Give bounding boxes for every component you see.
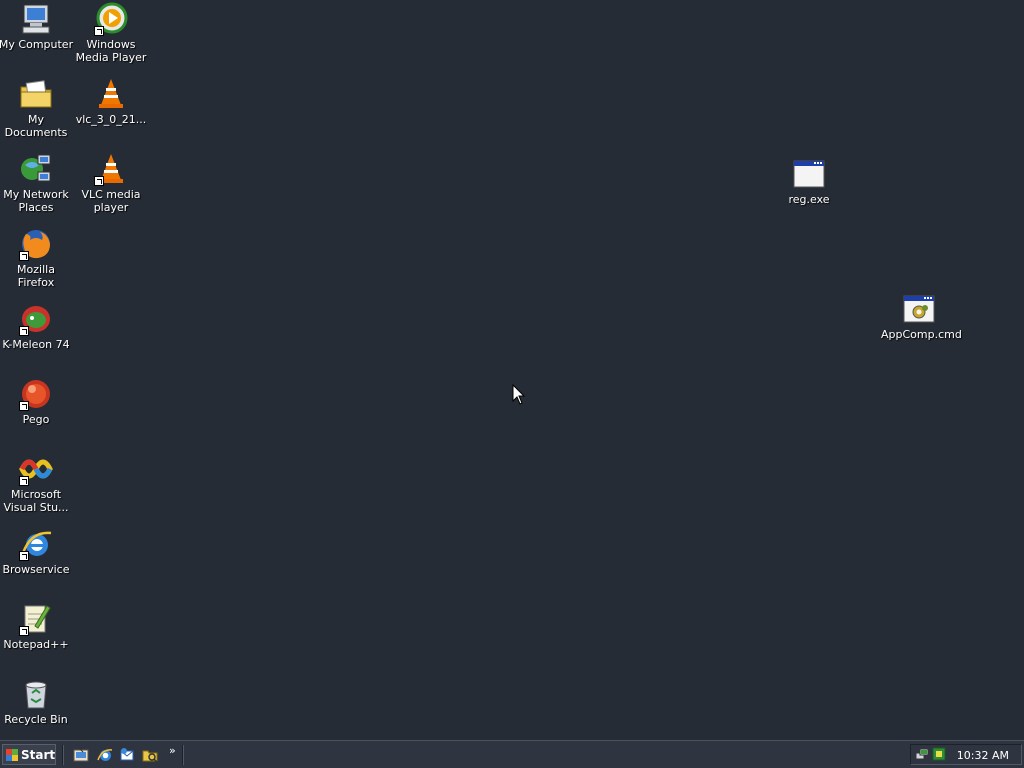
- shortcut-arrow-icon: [94, 26, 104, 36]
- desktop-icon-label: Windows Media Player: [75, 38, 147, 64]
- firefox-icon: [19, 227, 53, 261]
- vlc-icon: [94, 152, 128, 186]
- show-desktop-icon[interactable]: [73, 747, 89, 763]
- outlook-express-icon[interactable]: [119, 747, 135, 763]
- desktop-icon-appcomp-cmd[interactable]: AppComp.cmd: [881, 292, 962, 341]
- taskbar: Start » 10:32 AM: [0, 740, 1024, 768]
- quick-launch-chevron[interactable]: »: [169, 744, 176, 757]
- desktop-icon-label: Notepad++: [3, 638, 69, 651]
- my-computer-icon: [19, 2, 53, 36]
- desktop-icon-label: Microsoft Visual Stu...: [3, 488, 69, 514]
- desktop-icon-label: My Network Places: [3, 188, 69, 214]
- desktop-icon-notepad-plus-plus[interactable]: Notepad++: [0, 602, 74, 651]
- desktop-icon-label: reg.exe: [788, 193, 830, 206]
- taskbar-separator: [182, 745, 184, 765]
- system-tray: 10:32 AM: [910, 744, 1022, 765]
- taskbar-separator: [62, 745, 64, 765]
- k-meleon-icon: [19, 302, 53, 336]
- desktop-icon-recycle-bin[interactable]: Recycle Bin: [0, 677, 74, 726]
- taskbar-clock[interactable]: 10:32 AM: [957, 749, 1009, 762]
- desktop-icon-mozilla-firefox[interactable]: Mozilla Firefox: [0, 227, 74, 289]
- pego-icon: [19, 377, 53, 411]
- desktop-icon-label: Recycle Bin: [4, 713, 68, 726]
- shortcut-arrow-icon: [19, 476, 29, 486]
- desktop-icon-visual-studio[interactable]: Microsoft Visual Stu...: [0, 452, 74, 514]
- windows-logo-icon: [6, 748, 18, 761]
- network-tray-icon[interactable]: [915, 747, 929, 761]
- desktop-icon-k-meleon[interactable]: K-Meleon 74: [0, 302, 74, 351]
- my-documents-icon: [19, 77, 53, 111]
- security-tray-icon[interactable]: [932, 747, 946, 761]
- cmd-script-icon: [902, 292, 936, 326]
- vlc-installer-icon: [94, 77, 128, 111]
- start-label: Start: [21, 747, 56, 762]
- desktop-icon-label: Browservice: [2, 563, 70, 576]
- desktop-icon-windows-media-player[interactable]: Windows Media Player: [73, 2, 149, 64]
- shortcut-arrow-icon: [94, 176, 104, 186]
- internet-explorer-icon[interactable]: [97, 747, 113, 763]
- windows-media-player-icon: [94, 2, 128, 36]
- visual-studio-icon: [19, 452, 53, 486]
- desktop-icon-label: vlc_3_0_21...: [75, 113, 147, 126]
- recycle-bin-icon: [19, 677, 53, 711]
- desktop-icon-vlc-installer[interactable]: vlc_3_0_21...: [73, 77, 149, 126]
- desktop: My Computer Windows Media Player My Docu…: [0, 0, 1024, 740]
- desktop-icon-label: K-Meleon 74: [2, 338, 70, 351]
- shortcut-arrow-icon: [19, 626, 29, 636]
- windows-explorer-icon[interactable]: [142, 747, 158, 763]
- executable-icon: [792, 157, 826, 191]
- desktop-icon-label: Pego: [22, 413, 50, 426]
- shortcut-arrow-icon: [19, 251, 29, 261]
- desktop-icon-label: VLC media player: [81, 188, 141, 214]
- desktop-icon-pego[interactable]: Pego: [0, 377, 74, 426]
- desktop-icon-label: AppComp.cmd: [881, 328, 962, 341]
- desktop-icon-browservice[interactable]: Browservice: [0, 527, 74, 576]
- internet-explorer-icon: [19, 527, 53, 561]
- desktop-icon-my-network-places[interactable]: My Network Places: [0, 152, 74, 214]
- start-button[interactable]: Start: [2, 744, 56, 765]
- my-network-places-icon: [19, 152, 53, 186]
- shortcut-arrow-icon: [19, 326, 29, 336]
- desktop-icon-label: Mozilla Firefox: [17, 263, 55, 289]
- shortcut-arrow-icon: [19, 401, 29, 411]
- desktop-icon-reg-exe[interactable]: reg.exe: [771, 157, 847, 206]
- desktop-icon-my-computer[interactable]: My Computer: [0, 2, 74, 51]
- desktop-icon-my-documents[interactable]: My Documents: [0, 77, 74, 139]
- desktop-icon-vlc-media-player[interactable]: VLC media player: [73, 152, 149, 214]
- notepad-plus-plus-icon: [19, 602, 53, 636]
- desktop-icon-label: My Computer: [0, 38, 74, 51]
- desktop-icon-label: My Documents: [4, 113, 68, 139]
- shortcut-arrow-icon: [19, 551, 29, 561]
- mouse-cursor-icon: [512, 384, 526, 405]
